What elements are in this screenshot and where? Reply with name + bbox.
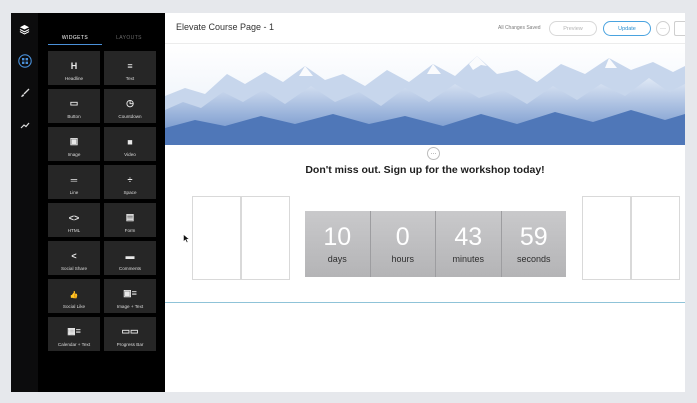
brush-icon[interactable] [17, 85, 32, 100]
layers-icon[interactable] [17, 22, 32, 37]
section-options-button[interactable]: ··· [427, 147, 440, 160]
placeholder-column-left-2[interactable] [241, 196, 290, 280]
more-options-button[interactable]: ··· [656, 21, 670, 36]
placeholder-column-right-2[interactable] [631, 196, 680, 280]
tab-layouts[interactable]: LAYOUTS [102, 31, 156, 45]
countdown-hours: 0 hours [371, 211, 436, 277]
countdown-unit: seconds [516, 253, 551, 264]
update-button[interactable]: Update [603, 21, 651, 36]
widget-comments[interactable]: ▬ Comments [104, 241, 156, 275]
comments-icon: ▬ [125, 251, 135, 261]
countdown-value: 59 [519, 222, 548, 251]
countdown-value: 43 [454, 222, 483, 251]
widget-countdown[interactable]: ◷ Countdown [104, 89, 156, 123]
placeholder-column-left-1[interactable] [192, 196, 241, 280]
widget-label: Form [124, 228, 136, 233]
widget-space[interactable]: ÷ Space [104, 165, 156, 199]
headline-icon: H [70, 61, 78, 71]
placeholder-column-right-1[interactable] [582, 196, 631, 280]
clock-icon: ◷ [126, 98, 134, 108]
widgets-panel: WIDGETS LAYOUTS H Headline ≡ Text ▭ Button … [38, 13, 165, 392]
countdown-days: 10 days [305, 211, 371, 277]
page-title: Elevate Course Page - 1 [176, 22, 275, 32]
widget-html[interactable]: <> HTML [48, 203, 100, 237]
countdown-value: 10 [323, 222, 352, 251]
countdown-unit: hours [391, 253, 414, 264]
widget-label: Progress Bar [116, 342, 144, 347]
mouse-cursor-icon [183, 234, 190, 243]
countdown-timer[interactable]: 10 days 0 hours 43 minutes 59 seconds [305, 211, 566, 277]
panel-toggle-button[interactable] [674, 21, 685, 36]
widget-label: Comments [118, 266, 142, 271]
widget-label: Video [124, 152, 136, 157]
widget-label: HTML [67, 228, 81, 233]
widget-text[interactable]: ≡ Text [104, 51, 156, 85]
widget-label: Space [123, 190, 137, 195]
widget-social-like[interactable]: 👍 Social Like [48, 279, 100, 313]
widget-calendar-text[interactable]: ▦≡ Calendar + Text [48, 317, 100, 351]
video-icon: ■ [127, 137, 133, 147]
widget-progress-bar[interactable]: ▭▭ Progress Bar [104, 317, 156, 351]
widget-label: Calendar + Text [57, 342, 91, 347]
panel-tabs: WIDGETS LAYOUTS [38, 31, 165, 45]
save-status: All Changes Saved [498, 25, 541, 31]
page-canvas: ··· Don't miss out. Sign up for the work… [165, 44, 685, 392]
countdown-minutes: 43 minutes [436, 211, 502, 277]
thumbs-up-icon: 👍 [69, 292, 79, 299]
widget-social-share[interactable]: < Social Share [48, 241, 100, 275]
widget-image[interactable]: ▣ Image [48, 127, 100, 161]
widget-line[interactable]: ═ Line [48, 165, 100, 199]
widget-label: Line [69, 190, 79, 195]
headline-text[interactable]: Don't miss out. Sign up for the workshop… [165, 164, 685, 176]
text-icon: ≡ [127, 61, 133, 71]
preview-button[interactable]: Preview [549, 21, 597, 36]
line-icon: ═ [70, 175, 78, 185]
section-divider [165, 302, 685, 303]
mountain-banner-image[interactable] [165, 44, 685, 145]
countdown-unit: days [327, 253, 347, 264]
widget-label: Button [67, 114, 81, 119]
widget-button[interactable]: ▭ Button [48, 89, 100, 123]
widget-label: Headline [64, 76, 84, 81]
analytics-icon[interactable] [17, 117, 32, 132]
code-icon: <> [68, 213, 80, 223]
share-icon: < [71, 251, 77, 261]
widget-label: Social Like [62, 304, 86, 309]
widget-label: Social Share [60, 266, 88, 271]
widget-label: Text [125, 76, 135, 81]
widgets-grid-icon[interactable] [17, 53, 32, 68]
widget-headline[interactable]: H Headline [48, 51, 100, 85]
app-window: WIDGETS LAYOUTS H Headline ≡ Text ▭ Button … [11, 13, 685, 392]
image-text-icon: ▣≡ [123, 288, 137, 298]
countdown-seconds: 59 seconds [502, 211, 567, 277]
widget-label: Countdown [118, 114, 142, 119]
widget-label: Image + Text [116, 304, 144, 309]
progress-bar-icon: ▭▭ [121, 326, 139, 336]
widget-image-text[interactable]: ▣≡ Image + Text [104, 279, 156, 313]
space-icon: ÷ [127, 175, 133, 185]
button-icon: ▭ [69, 98, 79, 108]
countdown-value: 0 [395, 222, 410, 251]
form-icon: ▤ [125, 212, 135, 222]
widget-label: Image [67, 152, 81, 157]
icon-rail [11, 13, 38, 392]
image-icon: ▣ [69, 136, 79, 146]
top-bar: Elevate Course Page - 1 All Changes Save… [165, 13, 685, 44]
widget-video[interactable]: ■ Video [104, 127, 156, 161]
tab-widgets[interactable]: WIDGETS [48, 31, 102, 45]
calendar-text-icon: ▦≡ [67, 326, 81, 336]
countdown-unit: minutes [452, 253, 484, 264]
widget-form[interactable]: ▤ Form [104, 203, 156, 237]
